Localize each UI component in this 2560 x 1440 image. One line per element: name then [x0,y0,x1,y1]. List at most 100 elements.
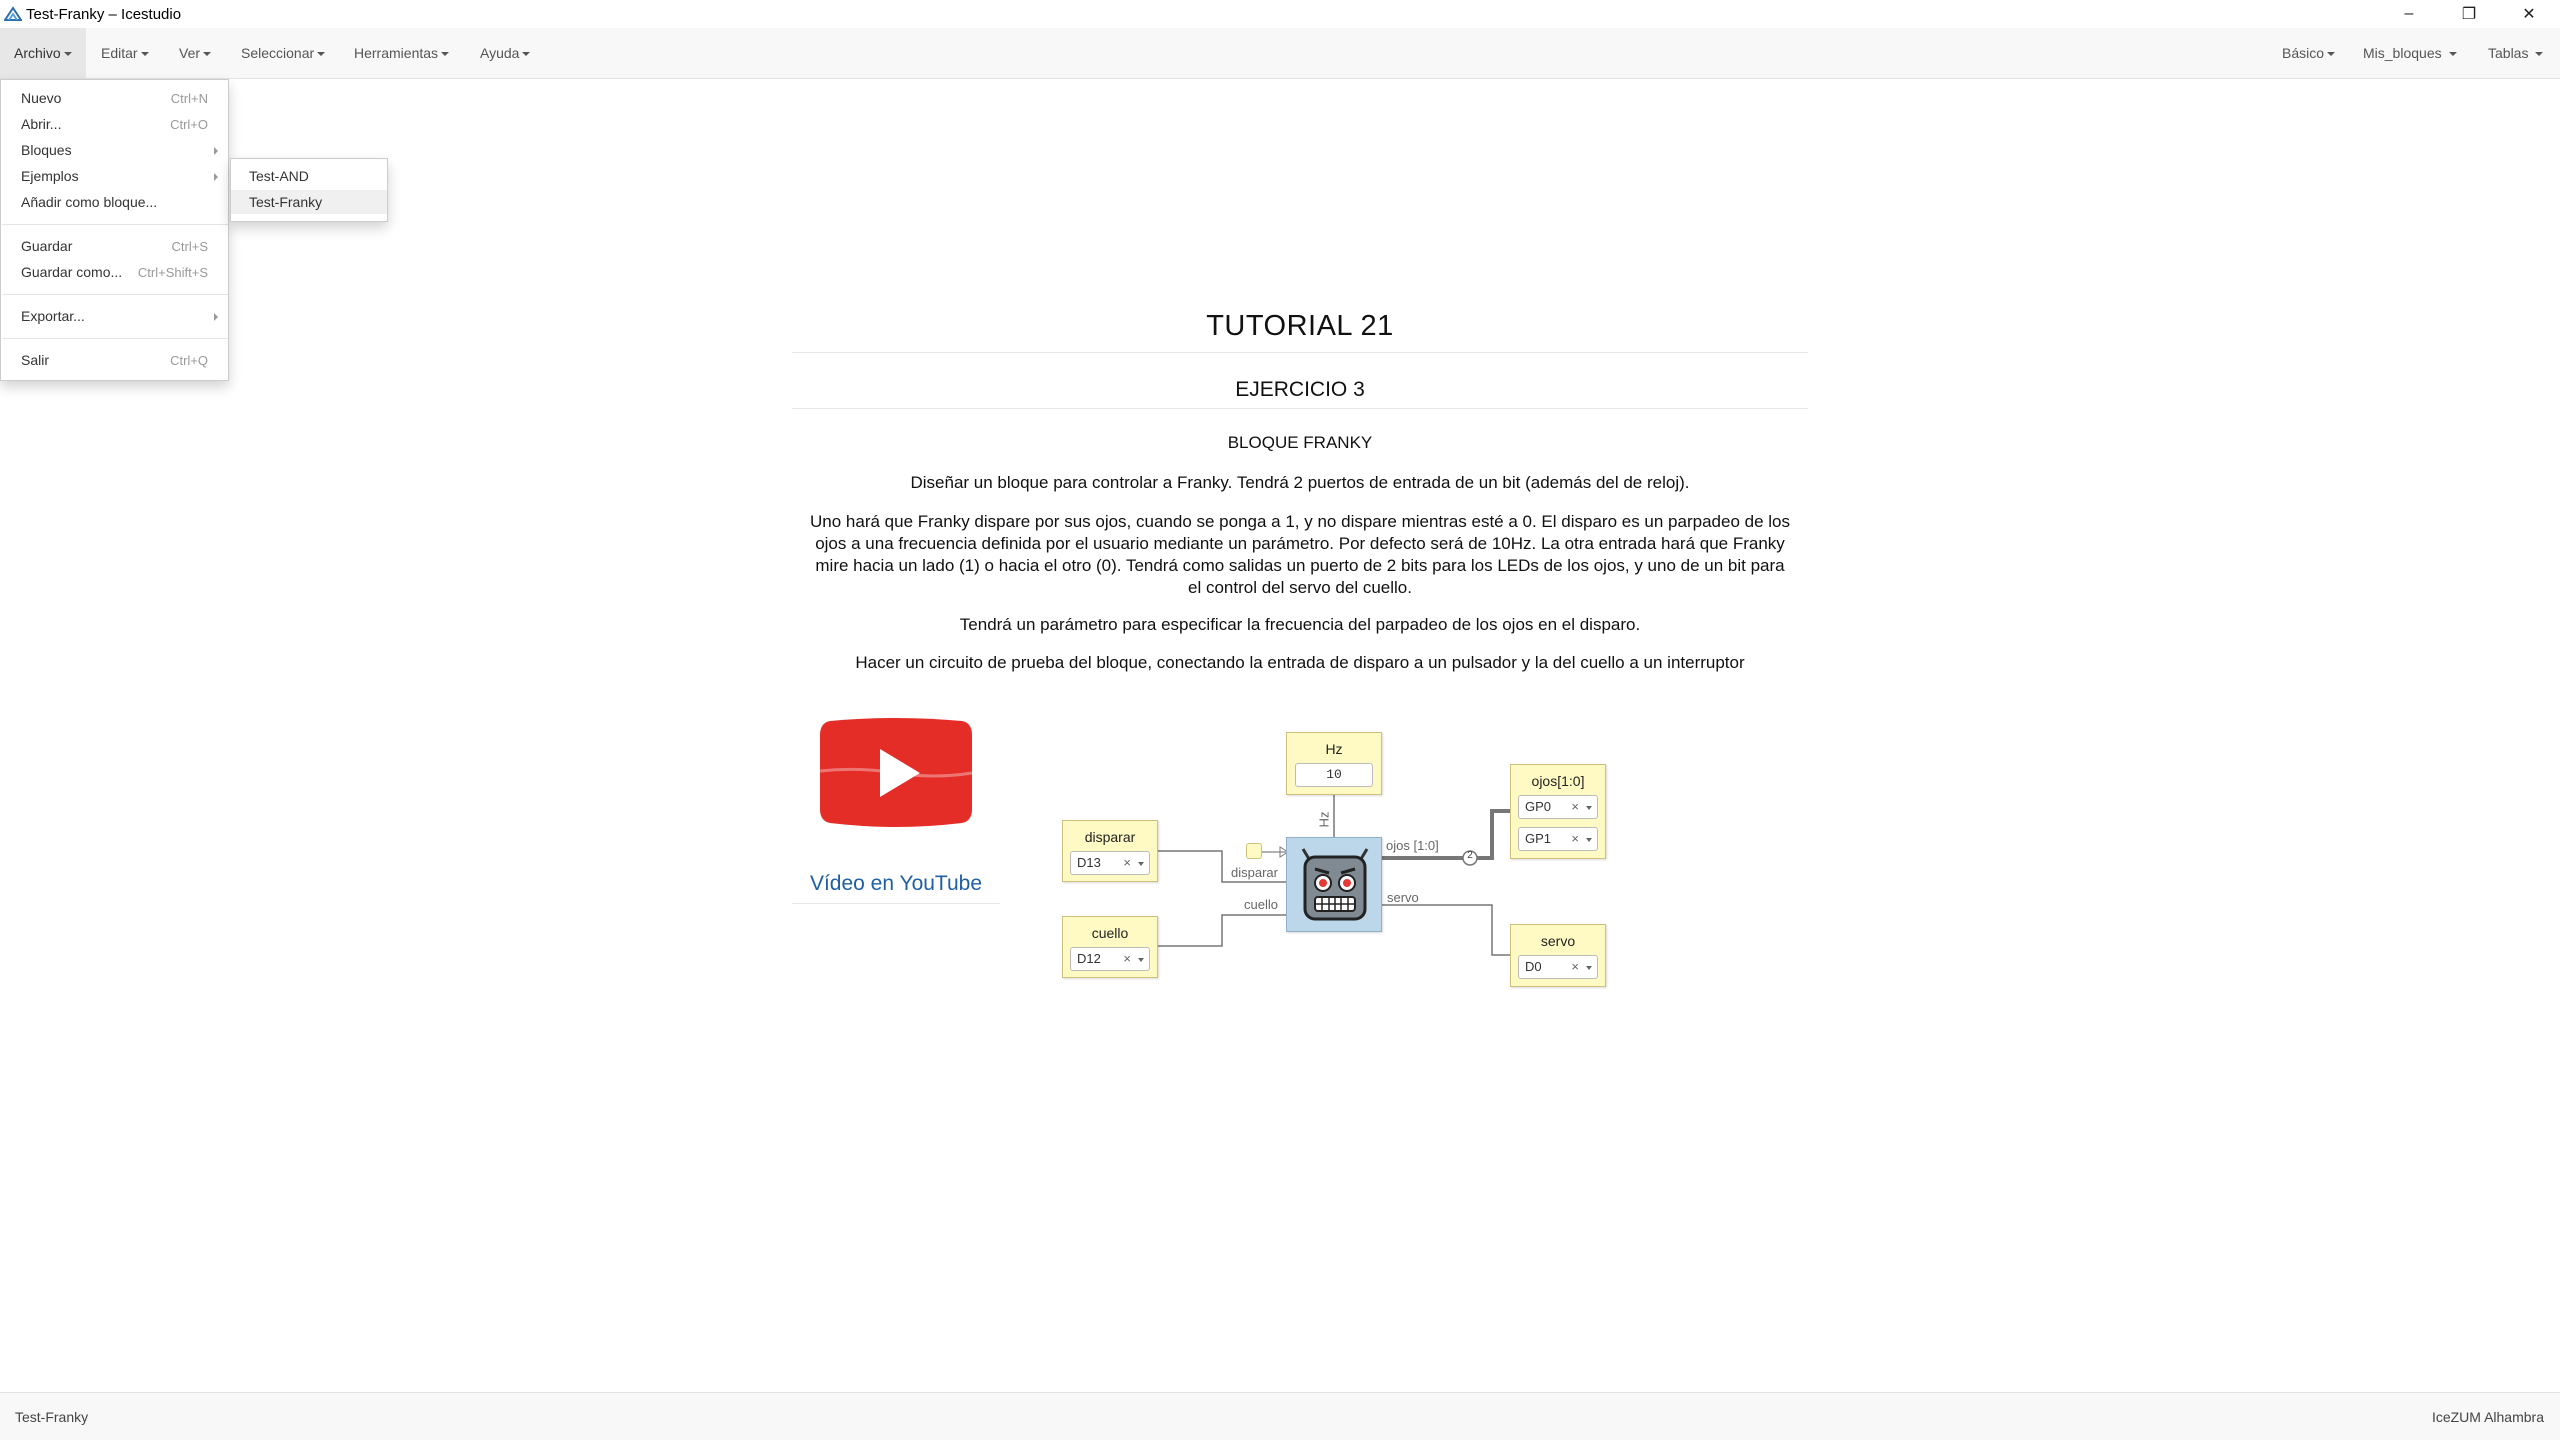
menu-basico-label: Básico [2282,45,2325,61]
chevron-right-icon [214,313,218,321]
divider [792,903,1000,904]
status-bar: Test-Franky IceZUM Alhambra [0,1392,2560,1440]
clear-icon[interactable]: × [1571,959,1579,974]
pin-value: D0 [1525,959,1542,974]
franky-block[interactable] [1286,837,1382,932]
menu-ver-label: Ver [179,45,201,61]
menu-divider [2,294,228,295]
bus-width-label: 2 [1467,850,1473,861]
pin-select[interactable]: D0 × [1518,955,1598,979]
menu-item-exportar[interactable]: Exportar... [1,304,228,330]
wire-label-servo: servo [1387,890,1419,905]
input-label: disparar [1084,829,1136,845]
menu-item-label: Salir [21,352,50,368]
caret-down-icon [203,52,212,57]
ignore-clock-pin[interactable] [1246,843,1262,859]
menu-item-label: Ejemplos [21,168,79,184]
clear-icon[interactable]: × [1571,799,1579,814]
pin-select[interactable]: GP1 × [1518,827,1598,851]
chevron-down-icon[interactable] [1586,966,1592,970]
board-name[interactable]: IceZUM Alhambra [2432,1409,2544,1425]
output-ojos-block[interactable]: ojos[1:0] GP0 × GP1 × [1510,764,1606,859]
menu-item-label: Abrir... [21,116,62,132]
minimize-button[interactable]: – [2380,0,2438,28]
chevron-right-icon [214,147,218,155]
paragraph-2-line-4: el control del servo del cuello. [1188,578,1412,597]
tutorial-title: TUTORIAL 21 [1206,310,1394,342]
menu-seleccionar[interactable]: Seleccionar [227,28,339,78]
input-disparar-block[interactable]: disparar D13 × [1062,820,1158,882]
menu-item-salir[interactable]: Salir Ctrl+Q [1,348,228,374]
caret-down-icon [2535,52,2544,57]
menu-item-anadir-como-bloque[interactable]: Añadir como bloque... [1,190,228,216]
wire-label-cuello: cuello [1244,897,1278,912]
caret-down-icon [63,52,72,57]
shortcut-label: Ctrl+Q [170,353,208,368]
shortcut-label: Ctrl+O [170,117,208,132]
pin-select[interactable]: D12 × [1070,947,1150,971]
menu-item-nuevo[interactable]: Nuevo Ctrl+N [1,86,228,112]
submenu-item-test-and[interactable]: Test-AND [231,164,387,188]
menu-item-label: Guardar [21,238,73,254]
pin-select[interactable]: GP0 × [1518,795,1598,819]
paragraph-2-line-3: mire hacia un lado (1) o hacia el otro (… [815,556,1785,575]
chevron-down-icon[interactable] [1586,806,1592,810]
caret-down-icon [317,52,326,57]
menu-herramientas-label: Herramientas [354,45,439,61]
clear-icon[interactable]: × [1123,855,1131,870]
submenu-item-label: Test-AND [249,168,309,184]
window-title: Test-Franky – Icestudio [26,6,182,23]
pin-select[interactable]: D13 × [1070,851,1150,875]
menu-item-ejemplos[interactable]: Ejemplos [1,164,228,190]
menu-tablas-label: Tablas [2488,45,2529,61]
menu-archivo[interactable]: Archivo [0,28,86,78]
menu-item-label: Nuevo [21,90,62,106]
paragraph-1: Diseñar un bloque para controlar a Frank… [910,473,1690,492]
archivo-dropdown: Nuevo Ctrl+N Abrir... Ctrl+O Bloques Eje… [0,79,229,381]
menu-tablas[interactable]: Tablas [2474,28,2557,78]
caret-down-icon [2327,52,2336,57]
menu-item-guardar-como[interactable]: Guardar como... Ctrl+Shift+S [1,260,228,286]
pin-value: GP0 [1525,799,1552,814]
menu-archivo-label: Archivo [14,45,61,61]
menu-basico[interactable]: Básico [2268,28,2349,78]
output-servo-block[interactable]: servo D0 × [1510,924,1606,987]
constant-value-input[interactable]: 10 [1295,763,1373,787]
constant-label: Hz [1325,741,1343,757]
caret-down-icon [140,52,149,57]
restore-button[interactable]: ❐ [2440,0,2498,28]
menu-item-bloques[interactable]: Bloques [1,138,228,164]
divider [792,408,1808,409]
paragraph-4: Hacer un circuito de prueba del bloque, … [855,653,1745,672]
menu-item-guardar[interactable]: Guardar Ctrl+S [1,234,228,260]
menu-mis-bloques[interactable]: Mis_bloques [2349,28,2471,78]
output-label: ojos[1:0] [1531,773,1585,789]
close-button[interactable]: ✕ [2500,0,2558,28]
project-name: Test-Franky [15,1409,89,1425]
chevron-down-icon[interactable] [1138,958,1144,962]
menu-editar[interactable]: Editar [87,28,163,78]
menu-ayuda[interactable]: Ayuda [466,28,544,78]
menu-item-label: Añadir como bloque... [21,194,158,210]
menubar: Archivo Editar Ver Seleccionar Herramien… [0,28,2560,79]
youtube-video-link[interactable]: Vídeo en YouTube [792,872,1000,896]
exercise-heading: EJERCICIO 3 [1235,378,1365,401]
menu-mis-bloques-label: Mis_bloques [2363,45,2442,61]
youtube-play-icon[interactable] [818,717,974,829]
menu-divider [2,224,228,225]
menu-ver[interactable]: Ver [165,28,225,78]
shortcut-label: Ctrl+S [171,239,208,254]
chevron-down-icon[interactable] [1138,862,1144,866]
menu-item-label: Guardar como... [21,264,123,280]
menu-ayuda-label: Ayuda [480,45,520,61]
constant-hz-block[interactable]: Hz 10 [1286,732,1382,795]
clear-icon[interactable]: × [1123,951,1131,966]
input-cuello-block[interactable]: cuello D12 × [1062,916,1158,978]
menu-herramientas[interactable]: Herramientas [340,28,463,78]
menu-item-abrir[interactable]: Abrir... Ctrl+O [1,112,228,138]
submenu-item-test-franky[interactable]: Test-Franky [231,190,387,214]
chevron-down-icon[interactable] [1586,838,1592,842]
paragraph-2-line-2: ojos a una frecuencia definida por el us… [815,534,1785,553]
clear-icon[interactable]: × [1571,831,1579,846]
paragraph-2-line-1: Uno hará que Franky dispare por sus ojos… [810,512,1790,531]
